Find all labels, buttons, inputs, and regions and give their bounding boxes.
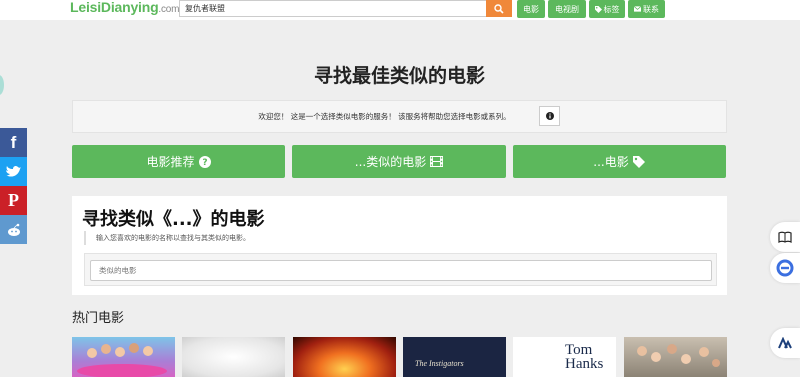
pinterest-share-button[interactable]: P	[0, 186, 27, 215]
logo-suffix: .com	[158, 4, 180, 15]
poster-6-art	[637, 344, 720, 367]
nav-tv-label: 电视剧	[555, 4, 579, 14]
poster-6[interactable]	[624, 337, 727, 377]
poster-1[interactable]	[72, 337, 175, 377]
similar-search-form	[84, 253, 717, 286]
film-icon	[430, 156, 444, 167]
facebook-icon: f	[10, 132, 17, 152]
assistant-icon	[778, 337, 792, 349]
nav-tags-label: 标签	[603, 4, 620, 14]
book-icon	[778, 231, 792, 243]
facebook-share-button[interactable]: f	[0, 128, 27, 157]
nav-contact-label: 联系	[643, 4, 659, 14]
nav-tv-series[interactable]: 电视剧	[548, 0, 586, 18]
movies-by-tag-button[interactable]: ...电影	[513, 145, 726, 178]
poster-1-art	[77, 343, 167, 377]
twitter-icon	[5, 165, 21, 177]
search-icon	[494, 3, 504, 14]
poster-4-title: The Instigators	[415, 359, 464, 368]
welcome-text: 欢迎您！ 这是一个选择类似电影的服务！ 该服务将帮助您选择电影或系列。	[258, 112, 511, 121]
translate-icon	[776, 259, 794, 277]
nav-contact[interactable]: 联系	[628, 0, 665, 18]
popular-movies-title: 热门电影	[72, 311, 125, 326]
similar-movie-input[interactable]	[90, 260, 712, 281]
pinterest-icon: P	[8, 190, 19, 210]
page-title: 寻找最佳类似的电影	[313, 65, 485, 87]
tag-icon	[632, 155, 645, 168]
movies-by-tag-label: ...电影	[593, 155, 629, 169]
reddit-share-button[interactable]	[0, 215, 27, 244]
similar-search-card: 寻找类似《...》的电影 输入您喜欢的电影的名称以查找与其类似的电影。	[72, 196, 727, 295]
svg-text:?: ?	[202, 158, 207, 168]
search-button[interactable]	[486, 0, 512, 17]
translate-extension-button[interactable]	[770, 253, 800, 283]
site-logo[interactable]: LeisiDianying.com	[70, 0, 179, 15]
nav-movies[interactable]: 电影	[517, 0, 545, 18]
top-bar: LeisiDianying.com 电影 电视剧 标签 联系	[0, 0, 800, 20]
question-circle-icon: ?	[198, 155, 211, 168]
movie-recommendation-label: 电影推荐	[146, 155, 195, 169]
search-input[interactable]	[179, 0, 487, 17]
poster-5-title: Tom Hanks	[565, 342, 604, 372]
reddit-icon	[7, 223, 20, 236]
movie-recommendation-button[interactable]: 电影推荐 ?	[72, 145, 285, 178]
similar-movies-button[interactable]: ...类似的电影	[292, 145, 506, 178]
envelope-icon	[634, 6, 641, 12]
nav-tags[interactable]: 标签	[589, 0, 625, 18]
edge-decoration	[0, 75, 4, 95]
reader-mode-button[interactable]	[770, 222, 800, 252]
assistant-extension-button[interactable]	[770, 328, 800, 358]
tag-icon	[594, 5, 602, 13]
twitter-share-button[interactable]	[0, 157, 27, 186]
logo-text: LeisiDianying	[70, 0, 159, 15]
poster-2[interactable]	[182, 337, 285, 377]
similar-movies-label: ...类似的电影	[354, 155, 427, 169]
header-search	[179, 0, 512, 17]
similar-search-title: 寻找类似《...》的电影	[82, 209, 265, 230]
nav-movies-label: 电影	[523, 4, 539, 14]
poster-5[interactable]: Tom Hanks	[513, 337, 616, 377]
info-button[interactable]	[539, 106, 560, 126]
poster-4[interactable]: The Instigators	[403, 337, 506, 377]
poster-3[interactable]	[293, 337, 396, 377]
similar-search-hint: 输入您喜欢的电影的名称以查找与其类似的电影。	[84, 231, 250, 245]
info-circle-icon	[545, 112, 554, 120]
welcome-box: 欢迎您！ 这是一个选择类似电影的服务！ 该服务将帮助您选择电影或系列。	[72, 100, 727, 133]
